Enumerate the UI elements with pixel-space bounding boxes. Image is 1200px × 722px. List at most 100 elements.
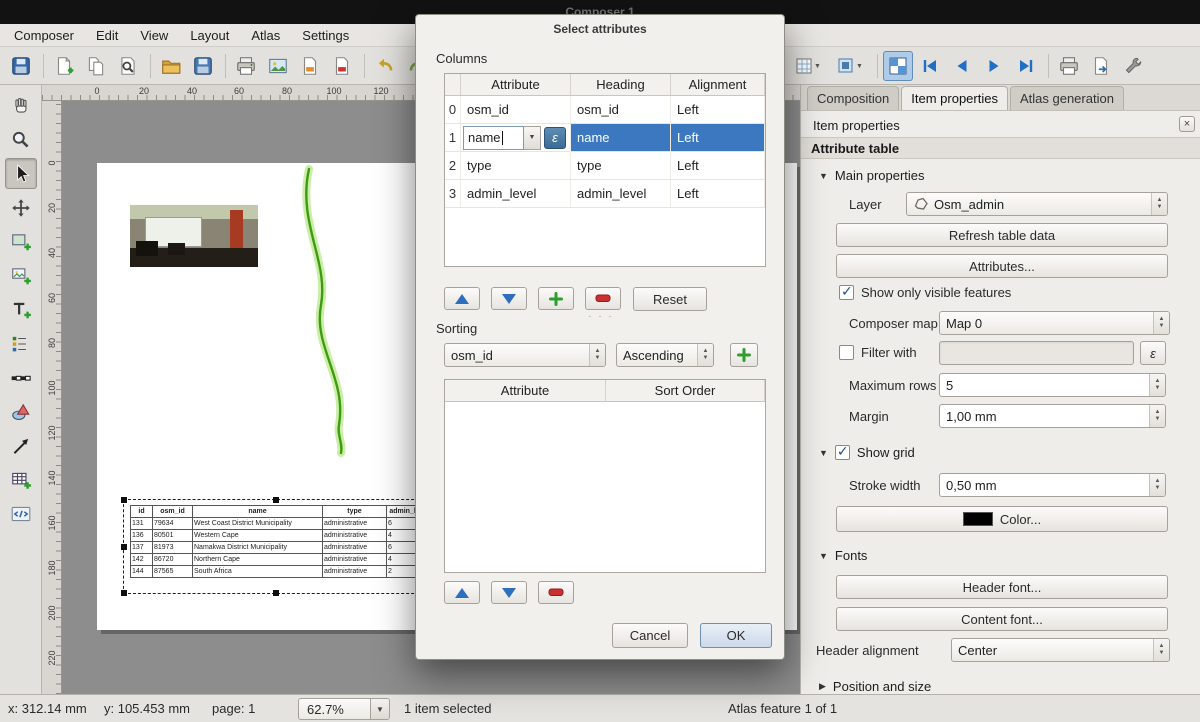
add-label-icon[interactable] bbox=[5, 294, 37, 325]
add-image-icon[interactable] bbox=[5, 260, 37, 291]
selection-handle[interactable] bbox=[273, 590, 279, 596]
atlas-last-feature-icon[interactable] bbox=[1011, 51, 1041, 81]
combo-arrows-icon[interactable]: ▲▼ bbox=[1153, 312, 1169, 334]
open-template-icon[interactable] bbox=[156, 51, 186, 81]
move-column-down-button[interactable] bbox=[491, 287, 527, 310]
menu-layout[interactable]: Layout bbox=[180, 26, 239, 45]
select-move-item-icon[interactable] bbox=[5, 158, 37, 189]
stroke-width-spinbox[interactable]: 0,50 mm ▲▼ bbox=[939, 473, 1166, 497]
selection-handle[interactable] bbox=[121, 544, 127, 550]
move-item-content-icon[interactable] bbox=[5, 192, 37, 223]
tab-composition[interactable]: Composition bbox=[807, 86, 899, 110]
atlas-preview-icon[interactable] bbox=[883, 51, 913, 81]
menu-edit[interactable]: Edit bbox=[86, 26, 128, 45]
layer-combo[interactable]: Osm_admin ▲▼ bbox=[906, 192, 1168, 216]
map-item-line[interactable] bbox=[277, 163, 397, 463]
section-main-properties[interactable]: ▼Main properties bbox=[819, 168, 925, 183]
print-atlas-icon[interactable] bbox=[1054, 51, 1084, 81]
section-show-grid[interactable]: ▼Show grid bbox=[819, 445, 915, 460]
show-visible-checkbox[interactable] bbox=[839, 285, 854, 300]
atlas-settings-icon[interactable] bbox=[1118, 51, 1148, 81]
duplicate-composer-icon[interactable] bbox=[81, 51, 111, 81]
ok-button[interactable]: OK bbox=[700, 623, 772, 648]
zoom-dropdown-icon[interactable]: ▼ bbox=[370, 698, 390, 720]
view-options-icon[interactable]: ▼ bbox=[788, 51, 828, 81]
zoom-combo[interactable]: 62.7% ▼ bbox=[298, 698, 390, 720]
add-scalebar-icon[interactable] bbox=[5, 362, 37, 393]
atlas-next-feature-icon[interactable] bbox=[979, 51, 1009, 81]
section-fonts[interactable]: ▼Fonts bbox=[819, 548, 867, 563]
attributes-button[interactable]: Attributes... bbox=[836, 254, 1168, 278]
spin-arrows-icon[interactable]: ▲▼ bbox=[1149, 374, 1165, 396]
tab-atlas-generation[interactable]: Atlas generation bbox=[1010, 86, 1124, 110]
filter-expression-button[interactable]: ε bbox=[1140, 341, 1166, 365]
header-font-button[interactable]: Header font... bbox=[836, 575, 1168, 599]
combo-arrows-icon[interactable]: ▲▼ bbox=[1151, 193, 1167, 215]
export-atlas-icon[interactable] bbox=[1086, 51, 1116, 81]
tab-item-properties[interactable]: Item properties bbox=[901, 86, 1008, 110]
attribute-edit-input[interactable]: name bbox=[463, 126, 524, 150]
columns-row-0[interactable]: 0 osm_id osm_id Left bbox=[445, 96, 765, 124]
pan-icon[interactable] bbox=[5, 90, 37, 121]
columns-row-3[interactable]: 3 admin_level admin_level Left bbox=[445, 180, 765, 208]
remove-column-button[interactable] bbox=[585, 287, 621, 310]
add-column-button[interactable] bbox=[538, 287, 574, 310]
add-shape-icon[interactable] bbox=[5, 396, 37, 427]
menu-atlas[interactable]: Atlas bbox=[241, 26, 290, 45]
sort-order-combo[interactable]: Ascending ▲▼ bbox=[616, 343, 714, 367]
composer-manager-icon[interactable] bbox=[113, 51, 143, 81]
export-pdf-icon[interactable] bbox=[327, 51, 357, 81]
move-sort-up-button[interactable] bbox=[444, 581, 480, 604]
columns-table[interactable]: Attribute Heading Alignment 0 osm_id osm… bbox=[444, 73, 766, 267]
spin-arrows-icon[interactable]: ▲▼ bbox=[1149, 474, 1165, 496]
combo-arrows-icon[interactable]: ▲▼ bbox=[1153, 639, 1169, 661]
margin-spinbox[interactable]: 1,00 mm ▲▼ bbox=[939, 404, 1166, 428]
add-sort-button[interactable] bbox=[730, 343, 758, 367]
reset-button[interactable]: Reset bbox=[633, 287, 707, 311]
columns-row-2[interactable]: 2 type type Left bbox=[445, 152, 765, 180]
composer-map-combo[interactable]: Map 0 ▲▼ bbox=[939, 311, 1170, 335]
move-column-up-button[interactable] bbox=[444, 287, 480, 310]
undo-icon[interactable] bbox=[370, 51, 400, 81]
menu-composer[interactable]: Composer bbox=[4, 26, 84, 45]
grid-color-button[interactable]: Color... bbox=[836, 506, 1168, 532]
show-grid-checkbox[interactable] bbox=[835, 445, 850, 460]
header-alignment-combo[interactable]: Center ▲▼ bbox=[951, 638, 1170, 662]
export-image-icon[interactable] bbox=[263, 51, 293, 81]
combo-arrows-icon[interactable]: ▲▼ bbox=[697, 344, 713, 366]
attribute-table-item[interactable]: id osm_id name type admin_le 13179634Wes… bbox=[130, 505, 423, 578]
max-rows-spinbox[interactable]: 5 ▲▼ bbox=[939, 373, 1166, 397]
image-item[interactable] bbox=[130, 205, 258, 267]
cancel-button[interactable]: Cancel bbox=[612, 623, 688, 648]
columns-row-1[interactable]: 1 name ▼ ε name Left bbox=[445, 124, 765, 152]
sorting-table[interactable]: Attribute Sort Order bbox=[444, 379, 766, 573]
combo-arrows-icon[interactable]: ▲▼ bbox=[589, 344, 605, 366]
save-template-icon[interactable] bbox=[188, 51, 218, 81]
add-arrow-icon[interactable] bbox=[5, 430, 37, 461]
attribute-edit-dropdown-icon[interactable]: ▼ bbox=[524, 126, 541, 150]
add-legend-icon[interactable] bbox=[5, 328, 37, 359]
spin-arrows-icon[interactable]: ▲▼ bbox=[1149, 405, 1165, 427]
selection-handle[interactable] bbox=[121, 497, 127, 503]
refresh-table-button[interactable]: Refresh table data bbox=[836, 223, 1168, 247]
remove-sort-button[interactable] bbox=[538, 581, 574, 604]
section-position-size[interactable]: ▶Position and size bbox=[819, 679, 931, 694]
new-composer-icon[interactable] bbox=[49, 51, 79, 81]
save-project-icon[interactable] bbox=[6, 51, 36, 81]
filter-checkbox[interactable] bbox=[839, 345, 854, 360]
add-map-icon[interactable] bbox=[5, 226, 37, 257]
menu-view[interactable]: View bbox=[130, 26, 178, 45]
atlas-first-feature-icon[interactable] bbox=[915, 51, 945, 81]
print-icon[interactable] bbox=[231, 51, 261, 81]
content-font-button[interactable]: Content font... bbox=[836, 607, 1168, 631]
selection-handle[interactable] bbox=[273, 497, 279, 503]
close-panel-icon[interactable]: × bbox=[1179, 116, 1195, 132]
item-options-icon[interactable]: ▼ bbox=[830, 51, 870, 81]
export-svg-icon[interactable] bbox=[295, 51, 325, 81]
zoom-icon[interactable] bbox=[5, 124, 37, 155]
move-sort-down-button[interactable] bbox=[491, 581, 527, 604]
atlas-previous-feature-icon[interactable] bbox=[947, 51, 977, 81]
add-attribute-table-icon[interactable] bbox=[5, 464, 37, 495]
selection-handle[interactable] bbox=[121, 590, 127, 596]
sort-attribute-combo[interactable]: osm_id ▲▼ bbox=[444, 343, 606, 367]
